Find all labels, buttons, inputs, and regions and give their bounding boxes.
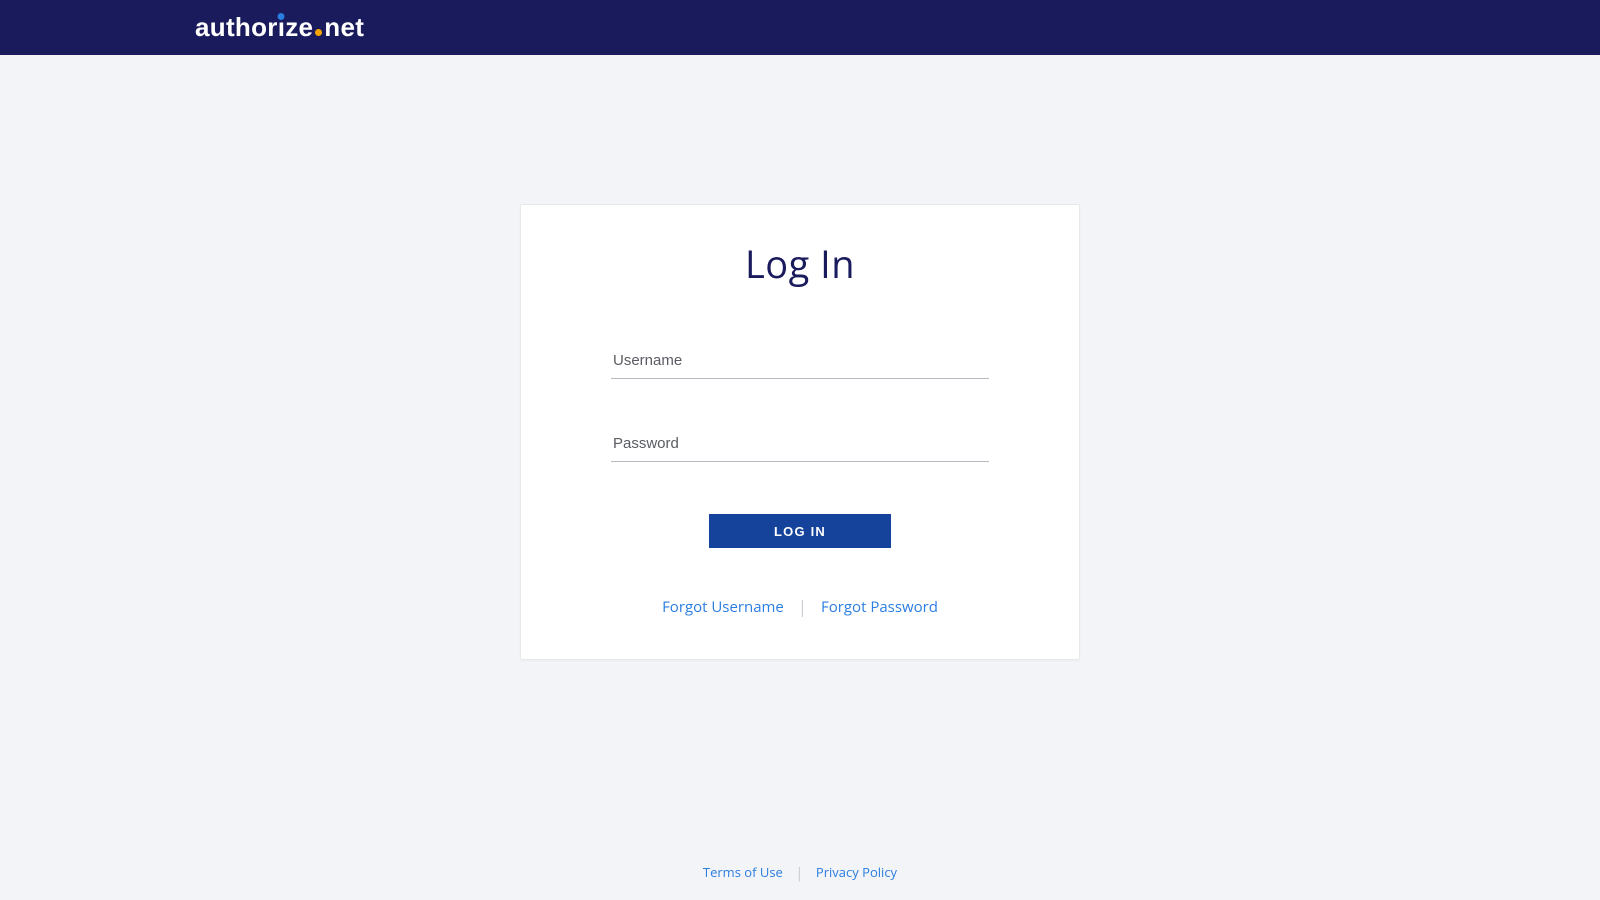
help-links-row: Forgot Username | Forgot Password (611, 594, 989, 617)
forgot-password-link[interactable]: Forgot Password (821, 597, 938, 617)
password-input[interactable] (611, 429, 989, 462)
vertical-divider-icon: | (795, 863, 803, 883)
vertical-divider-icon: | (798, 595, 807, 618)
username-input[interactable] (611, 346, 989, 379)
brand-wordmark: authorızenet (195, 14, 364, 40)
logo-dot-icon (315, 29, 322, 36)
privacy-policy-link[interactable]: Privacy Policy (816, 863, 897, 881)
login-card: Log In LOG IN Forgot Username | Forgot P… (520, 204, 1080, 660)
login-button[interactable]: LOG IN (709, 514, 891, 548)
password-field-wrap (611, 429, 989, 462)
forgot-username-link[interactable]: Forgot Username (662, 597, 784, 617)
page-title: Log In (611, 238, 989, 290)
top-nav-bar: authorızenet (0, 0, 1600, 55)
brand-logo[interactable]: authorızenet (195, 14, 364, 42)
footer-links: Terms of Use | Privacy Policy (0, 862, 1600, 882)
main-content: Log In LOG IN Forgot Username | Forgot P… (0, 55, 1600, 660)
logo-i-dot-icon (278, 13, 285, 20)
username-field-wrap (611, 346, 989, 379)
terms-of-use-link[interactable]: Terms of Use (703, 863, 783, 881)
